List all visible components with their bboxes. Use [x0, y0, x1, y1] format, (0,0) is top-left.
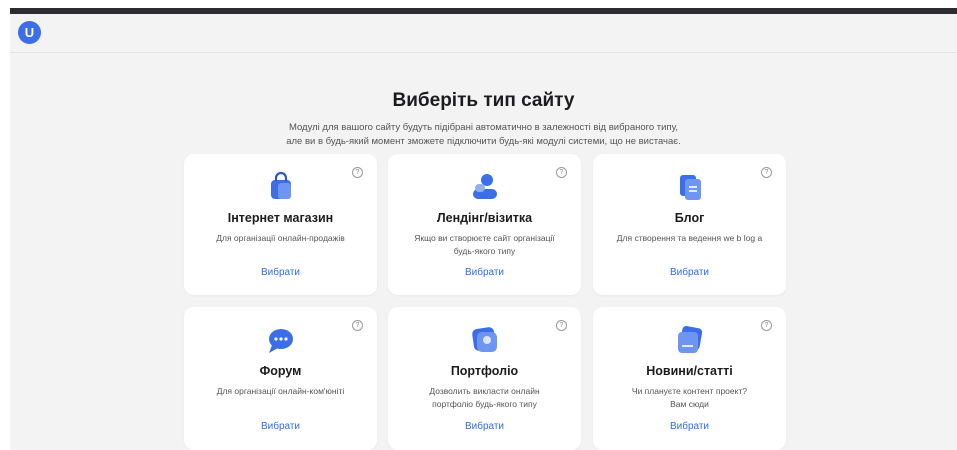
select-button[interactable]: Вибрати — [593, 267, 786, 278]
card-description-line: Вам сюди — [670, 399, 709, 409]
card-description: Дозволить викласти онлайн портфоліо будь… — [398, 385, 571, 411]
site-type-card-blog[interactable]: ? Блог Для створення та ведення we b log… — [593, 154, 786, 295]
portfolio-image-icon — [471, 327, 497, 352]
card-description-line: Для створення та ведення we b log a — [616, 233, 763, 243]
site-type-card-forum[interactable]: ? Форум Для організації онлайн-ком'юніті… — [184, 307, 377, 450]
help-icon[interactable]: ? — [556, 320, 567, 331]
page-subtitle-line-2: але ви в будь-який момент зможете підклю… — [286, 136, 681, 147]
page-subtitle: Модулі для вашого сайту будуть підібрані… — [10, 121, 957, 149]
card-description: Чи плануєте контент проект? Вам сюди — [603, 385, 776, 411]
user-card-icon — [472, 174, 497, 199]
site-type-card-landing[interactable]: ? Лендінг/візитка Якщо ви створюєте сайт… — [388, 154, 581, 295]
help-icon[interactable]: ? — [761, 320, 772, 331]
app-window: U Виберіть тип сайту Модулі для вашого с… — [10, 14, 957, 450]
page-subtitle-line-1: Модулі для вашого сайту будуть підібрані… — [288, 122, 679, 133]
blog-document-icon — [679, 175, 701, 200]
help-icon[interactable]: ? — [761, 167, 772, 178]
news-cards-icon — [677, 326, 702, 353]
card-description-line: Для організації онлайн-ком'юніті — [216, 386, 345, 396]
select-button[interactable]: Вибрати — [388, 421, 581, 432]
card-title: Лендінг/візитка — [436, 211, 533, 225]
page-title: Виберіть тип сайту — [392, 90, 575, 111]
card-description: Якщо ви створюєте сайт організації будь-… — [398, 232, 571, 258]
card-description: Для організації онлайн-ком'юніті — [194, 385, 367, 398]
card-description-line: будь-якого типу — [453, 246, 516, 256]
card-description-line: Чи плануєте контент проект? — [631, 386, 748, 396]
select-button[interactable]: Вибрати — [593, 421, 786, 432]
browser-frame: U Виберіть тип сайту Модулі для вашого с… — [0, 0, 957, 450]
card-description: Для організації онлайн-продажів — [194, 232, 367, 245]
card-title: Портфоліо — [450, 364, 519, 378]
select-button[interactable]: Вибрати — [184, 267, 377, 278]
card-title: Форум — [259, 364, 302, 378]
card-description: Для створення та ведення we b log a — [603, 232, 776, 245]
logo-avatar[interactable]: U — [18, 21, 41, 44]
card-description-line: Якщо ви створюєте сайт організації — [414, 233, 555, 243]
help-icon[interactable]: ? — [352, 320, 363, 331]
card-title: Блог — [674, 211, 705, 225]
help-icon[interactable]: ? — [556, 167, 567, 178]
help-icon[interactable]: ? — [352, 167, 363, 178]
site-type-card-portfolio[interactable]: ? Портфоліо Дозволить викласти онлайн по… — [388, 307, 581, 450]
site-type-card-news[interactable]: ? Новини/статті Чи плануєте контент прое… — [593, 307, 786, 450]
card-description-line: портфоліо будь-якого типу — [432, 399, 537, 409]
card-title: Новини/статті — [646, 364, 733, 378]
app-header: U — [10, 14, 957, 53]
site-type-card-online-store[interactable]: ? Інтернет магазин Для організації онлай… — [184, 154, 377, 295]
card-description-line: Дозволить викласти онлайн — [429, 386, 540, 396]
select-button[interactable]: Вибрати — [388, 267, 581, 278]
card-title: Інтернет магазин — [227, 211, 334, 225]
select-button[interactable]: Вибрати — [184, 421, 377, 432]
chat-bubble-icon — [268, 329, 293, 353]
shopping-bag-icon — [270, 171, 291, 199]
card-description-line: Для організації онлайн-продажів — [216, 233, 345, 243]
